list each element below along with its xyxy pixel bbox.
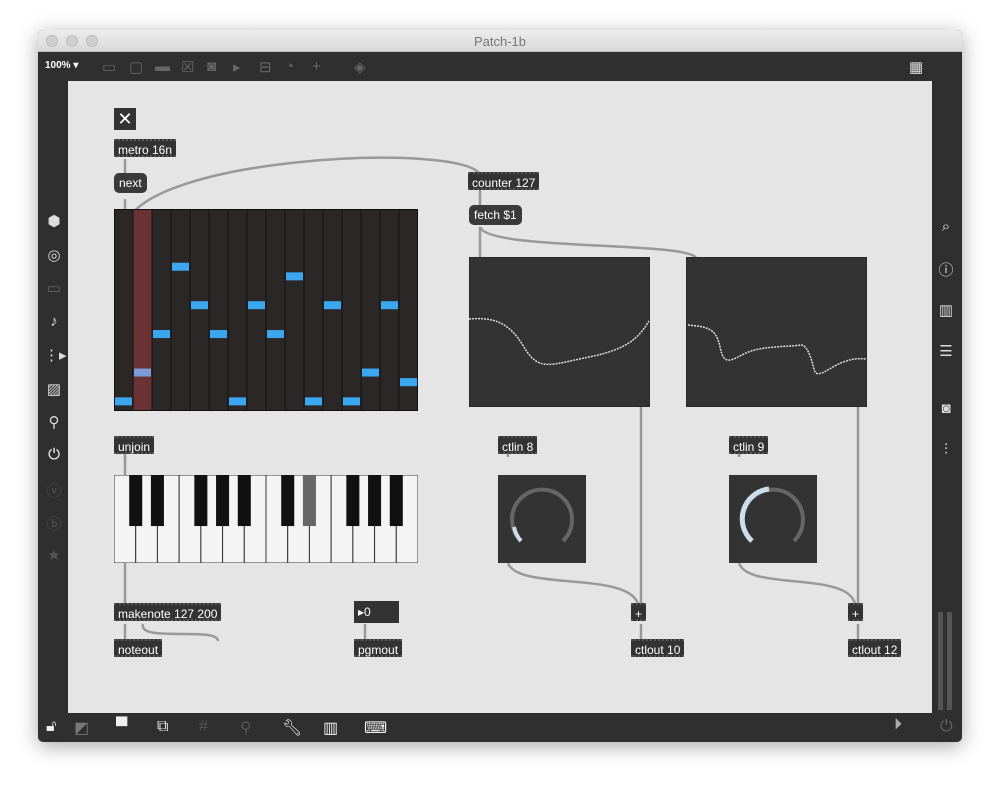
x-icon: ✕ [117,109,133,129]
sequencer-step [153,330,170,339]
plug-icon[interactable]: ⏻ [44,446,64,463]
wrench-icon[interactable]: 🔧︎ [282,718,302,738]
zoom-menu[interactable]: 100% ▾ [45,60,78,71]
keyboard-icon[interactable]: ⌨ [364,718,387,738]
toolbar: 100% ▾ ▭ ▢ ▬ ☒ ◙ ▸ ⊟ ◔ + ◈ ▦ [38,52,962,82]
next-message[interactable]: next [114,173,147,193]
black-key [389,475,403,527]
number-box[interactable]: ▸0 [354,601,399,623]
zoom-level: 100% [45,60,71,71]
sequencer-step [362,368,379,377]
counter-object[interactable]: counter 127 [468,172,540,190]
ctlout-10-object[interactable]: ctlout 10 [631,639,685,657]
package-icon[interactable]: ⬢ [44,212,64,230]
sequencer-step [172,262,189,271]
sequencer-step [343,397,360,406]
plus-object-1[interactable]: + [631,603,647,621]
sequencer-step [191,301,208,310]
snapshot-icon[interactable]: ◙ [936,400,956,417]
function-graph-2[interactable] [686,257,867,407]
sequencer-step [248,301,265,310]
presentation-icon[interactable]: ▀ [116,718,127,736]
black-key [368,475,382,527]
fetch-message[interactable]: fetch $1 [469,205,522,225]
b-icon[interactable]: ⓑ [44,513,64,534]
object-icon[interactable]: ▢ [129,58,143,76]
patcher-canvas[interactable]: ✕ metro 16n next counter 127 fetch $1 un… [68,81,932,713]
image-icon[interactable]: ▨ [44,380,64,398]
sequencer-step [115,397,132,406]
number-icon[interactable]: ⊟ [259,58,272,76]
number-value: 0 [364,605,371,619]
black-key [237,475,251,527]
mixer-icon[interactable]: ⫶ [936,441,956,458]
black-key [346,475,360,527]
sequencer-step [286,272,303,281]
ctlin-9-object[interactable]: ctlin 9 [729,436,769,454]
grid-icon[interactable]: # [199,718,208,736]
patcher-window: Patch-1b 100% ▾ ▭ ▢ ▬ ☒ ◙ ▸ ⊟ ◔ + ◈ ▦ ⬢ … [38,30,962,742]
sequencer-step [229,397,246,406]
windows-icon[interactable]: ⧉ [157,718,168,736]
slider-icon[interactable]: ▭ [44,279,64,297]
toggle-icon[interactable]: ☒ [181,58,194,76]
grid-view-icon[interactable]: ▦ [909,58,923,76]
play-icon[interactable]: ⏵ [894,716,902,734]
target-icon[interactable]: ◎ [44,246,64,264]
function-graph-1[interactable] [469,257,650,407]
black-key [216,475,230,527]
search-icon[interactable]: ⌕ [936,218,956,235]
power-icon[interactable]: ⏻ [940,718,953,736]
dial-ctlin-9[interactable] [729,475,817,563]
piano-icon[interactable]: ▥ [323,718,338,738]
held-black-key [302,475,316,527]
playhead-column [133,209,152,411]
sequencer-step [210,330,227,339]
title-bar: Patch-1b [38,30,962,52]
paperclip-icon[interactable]: ⚲ [44,413,64,431]
dial-ctlin-8[interactable] [498,475,586,563]
ctlin-8-object[interactable]: ctlin 8 [498,436,538,454]
lock-icon[interactable]: 🔓︎ [46,718,56,736]
star-icon[interactable]: ★ [44,546,64,564]
sequencer-step [305,397,322,406]
black-key [150,475,164,527]
list-icon[interactable]: ☰ [936,342,956,360]
message-icon[interactable]: ▸ [233,58,241,76]
step-sequencer[interactable] [114,209,418,411]
ctlout-12-object[interactable]: ctlout 12 [848,639,902,657]
book-icon[interactable]: ▥ [936,301,956,319]
sequencer-step [381,301,398,310]
add-icon[interactable]: + [312,58,321,75]
level-meter [938,612,952,710]
vimeo-icon[interactable]: ⓥ [44,480,64,501]
makenote-object[interactable]: makenote 127 200 [114,603,222,621]
sequencer-step [267,330,284,339]
paint-bucket-icon[interactable]: ◈ [354,58,366,76]
paperclip-add-icon[interactable]: ⚲ [240,718,252,738]
window-title: Patch-1b [473,34,527,49]
comment-icon[interactable]: ▬ [155,58,170,75]
pgmout-object[interactable]: pgmout [354,639,403,657]
noteout-object[interactable]: noteout [114,639,163,657]
black-key [129,475,143,527]
plus-object-2[interactable]: + [848,603,864,621]
music-note-icon[interactable]: ♪ [44,313,64,330]
sequencer-step [400,378,417,387]
sequencer-step [134,368,151,377]
keyboard[interactable] [114,475,418,563]
info-icon[interactable]: ⓘ [936,259,956,280]
presentation-icon[interactable]: ▭ [102,58,116,76]
unjoin-object[interactable]: unjoin [114,436,155,454]
edit-icon[interactable]: ◩ [74,718,89,738]
black-key [281,475,295,527]
dial-icon[interactable]: ◔ [285,58,294,75]
black-key [194,475,208,527]
toggle[interactable]: ✕ [114,108,136,130]
button-icon[interactable]: ◙ [207,58,216,75]
sequencer-step [324,301,341,310]
metro-object[interactable]: metro 16n [114,139,177,157]
sequence-icon[interactable]: ⋮▸ [44,346,67,364]
